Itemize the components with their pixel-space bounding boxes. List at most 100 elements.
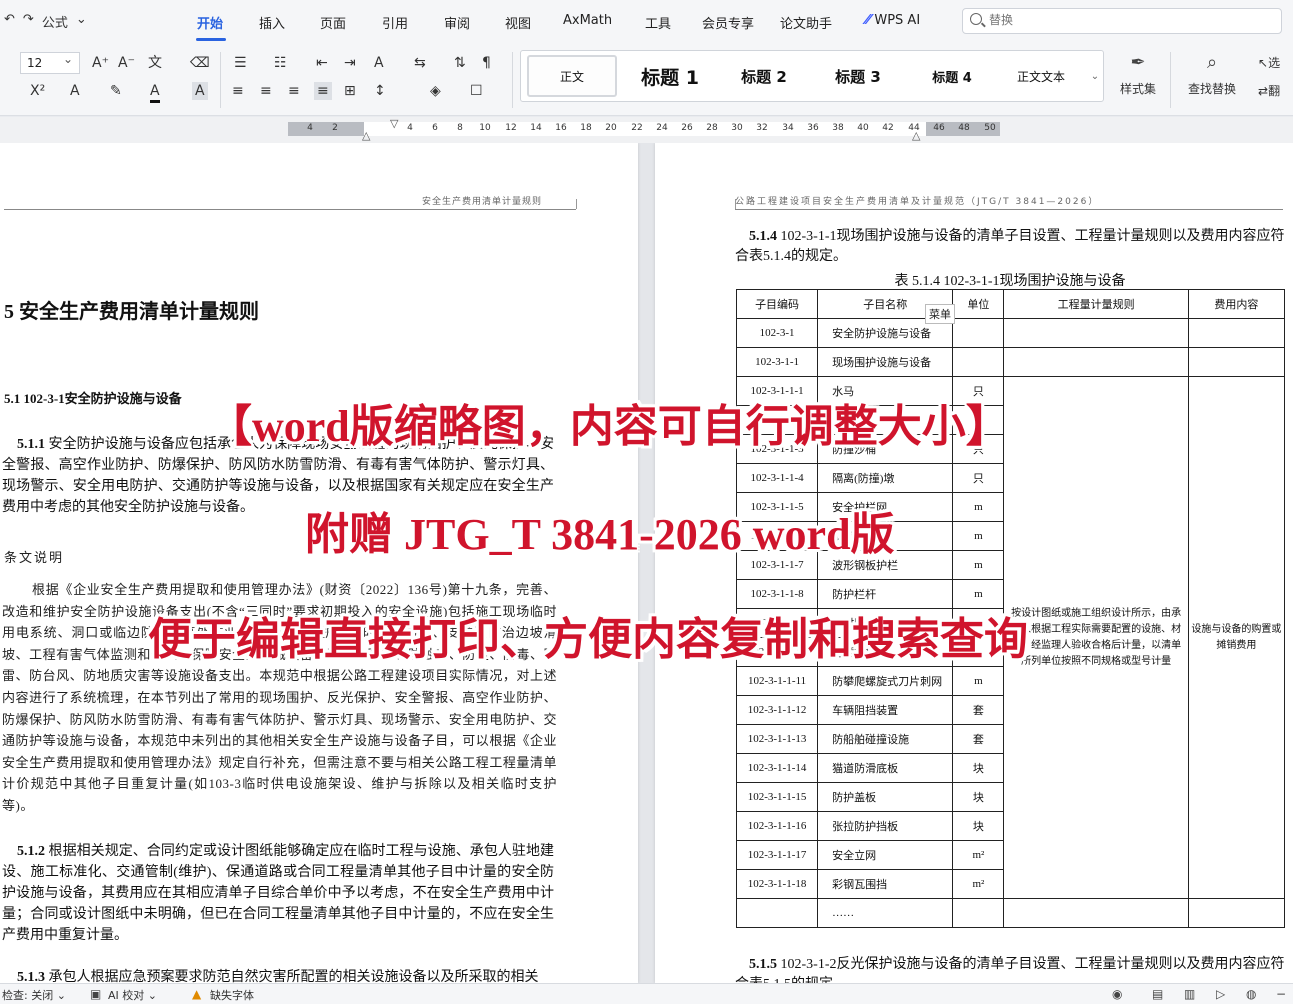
cell-cost — [1187, 898, 1286, 928]
shading-icon[interactable]: ◈ — [430, 82, 441, 100]
align-center-icon[interactable]: ≡ — [260, 82, 272, 100]
context-popup[interactable]: 菜单 — [925, 304, 955, 324]
clause-text: 102-3-1-2反光保护设施与设备的清单子目设置、工程量计量规则以及费用内容应… — [735, 957, 1285, 983]
translate-button[interactable]: ⇄翻 — [1258, 82, 1280, 100]
ruler-tick-label: 28 — [706, 123, 718, 133]
clause-text: 承包人根据应急预案要求防范自然灾害所配置的相关设施设备以及所采取的相关 — [48, 970, 539, 983]
table-row: …… — [735, 898, 1286, 928]
select-button[interactable]: ↖选 — [1258, 54, 1280, 72]
cell-unit: m — [952, 521, 1005, 551]
border-icon[interactable]: ☐ — [470, 82, 483, 100]
overlay-text-2: 附赠 JTG_T 3841-2026 word版 — [305, 510, 895, 559]
font-color-icon[interactable]: A — [150, 82, 160, 103]
globe-icon[interactable]: ◍ — [1246, 987, 1256, 1001]
tab-references[interactable]: 引用 — [382, 13, 408, 32]
first-line-indent-icon[interactable]: ▽ — [390, 115, 398, 133]
tab-axmath[interactable]: AxMath — [563, 13, 612, 28]
ruler-tick-label: 30 — [731, 123, 743, 133]
tab-review[interactable]: 审阅 — [444, 13, 470, 32]
ruler-tick-label: 6 — [432, 123, 438, 133]
increase-indent-icon[interactable]: ⇥ — [344, 54, 356, 72]
search-input[interactable] — [989, 13, 1269, 27]
style-set-button[interactable]: ✒ 样式集 — [1106, 52, 1170, 97]
ruler-tick-label: 10 — [479, 123, 491, 133]
style-heading-1[interactable]: 标题 1 — [625, 51, 715, 101]
tab-home[interactable]: 开始 — [197, 13, 223, 32]
wps-ai-button[interactable]: ⁄⁄ WPS AI — [866, 13, 920, 28]
bullet-list-icon[interactable]: ☰ — [234, 54, 247, 72]
align-right-icon[interactable]: ≡ — [288, 82, 300, 100]
numbered-list-icon[interactable]: ☷ — [274, 54, 287, 72]
superscript-icon[interactable]: X² — [30, 82, 45, 100]
missing-font-button[interactable]: 缺失字体 — [210, 987, 254, 1003]
clause-number: 5.1.3 — [17, 970, 45, 983]
cell-name: 防护盖板 — [817, 782, 954, 812]
tab-insert[interactable]: 插入 — [259, 13, 285, 32]
active-tab-indicator — [196, 38, 226, 41]
tab-paper-assistant[interactable]: 论文助手 — [780, 13, 832, 32]
ruler-tick-label: 14 — [530, 123, 542, 133]
align-left-icon[interactable]: ≡ — [232, 82, 244, 100]
show-marks-icon[interactable]: ¶ — [482, 54, 491, 72]
tab-page[interactable]: 页面 — [320, 13, 346, 32]
char-shading-icon[interactable]: A — [192, 82, 208, 100]
col-header: 费用内容 — [1187, 289, 1286, 319]
ruler-tick-label: 2 — [332, 123, 338, 133]
play-icon[interactable]: ▷ — [1216, 987, 1225, 1001]
text-effect-icon[interactable]: A — [70, 82, 80, 100]
sort-icon[interactable]: ⇅ — [454, 54, 466, 72]
gallery-scroll-icon[interactable]: ⌄ — [1087, 51, 1103, 101]
col-header: 子目编码 — [735, 289, 819, 319]
cell-rule — [1003, 347, 1189, 377]
style-heading-2[interactable]: 标题 2 — [719, 51, 809, 101]
quick-access-toolbar: ↶ ↷ 公式 ⌄ — [4, 12, 87, 31]
style-heading-4[interactable]: 标题 4 — [907, 51, 997, 101]
redo-icon[interactable]: ↷ — [23, 12, 34, 31]
document-area[interactable]: 安全生产费用清单计量规则 5 安全生产费用清单计量规则 5.1 102-3-1安… — [0, 143, 1293, 983]
col-header: 工程量计量规则 — [1003, 289, 1189, 319]
formula-button[interactable]: 公式 — [42, 12, 68, 31]
tab-tools[interactable]: 工具 — [645, 13, 671, 32]
grow-font-icon[interactable]: A⁺ — [92, 54, 109, 72]
phonetic-icon[interactable]: 文 — [148, 54, 162, 72]
page-right[interactable]: 公路工程建设项目安全生产费用清单及计量规范（JTG/T 3841—2026） 5… — [655, 143, 1293, 983]
web-view-icon[interactable]: ▥ — [1184, 987, 1195, 1001]
shrink-font-icon[interactable]: A⁻ — [118, 54, 135, 72]
ruler-tick-label: 4 — [307, 123, 313, 133]
font-size-select[interactable]: 12 — [20, 52, 80, 74]
overlay-text-1: 【word版缩略图，内容可自行调整大小】 — [208, 402, 1010, 451]
ai-check-button[interactable]: AI 校对 ⌄ — [108, 987, 157, 1003]
zoom-out-icon[interactable]: − — [1276, 987, 1286, 1001]
spell-check-status[interactable]: 检查: 关闭 ⌄ — [2, 987, 66, 1003]
chevron-down-icon[interactable]: ⌄ — [76, 12, 87, 31]
eye-icon[interactable]: ◉ — [1112, 987, 1122, 1001]
paragraph-5-1-4: 5.1.4 102-3-1-1现场围护设施与设备的清单子目设置、工程量计量规则以… — [735, 227, 1285, 267]
search-box[interactable] — [962, 8, 1282, 34]
margin-corner — [735, 199, 736, 209]
ruler-tick-label: 26 — [681, 123, 693, 133]
undo-icon[interactable]: ↶ — [4, 12, 15, 31]
cell-rule — [1003, 318, 1189, 348]
eraser-icon[interactable]: ⌫ — [190, 54, 210, 72]
page-view-icon[interactable]: ▤ — [1152, 987, 1163, 1001]
page-left[interactable]: 安全生产费用清单计量规则 5 安全生产费用清单计量规则 5.1 102-3-1安… — [0, 143, 638, 983]
style-body-text[interactable]: 正文文本 — [997, 51, 1085, 101]
justify-icon[interactable]: ≡ — [314, 82, 332, 100]
style-heading-3[interactable]: 标题 3 — [813, 51, 903, 101]
ruler-tick-label: 50 — [984, 123, 996, 133]
text-direction-icon[interactable]: ⇆ — [414, 54, 426, 72]
paragraph-5-1-2: 5.1.2 根据相关规定、合同约定或设计图纸能够确定应在临时工程与设施、承包人驻… — [2, 841, 554, 946]
line-spacing-icon[interactable]: ↕ — [374, 82, 386, 100]
tab-view[interactable]: 视图 — [505, 13, 531, 32]
horizontal-ruler[interactable]: 4 2 4 6 8 10 12 14 16 18 20 22 24 26 28 30 32 34 36 38 40 42 4… — [0, 117, 1293, 143]
ruler-tick-label: 22 — [631, 123, 643, 133]
tab-member[interactable]: 会员专享 — [702, 13, 754, 32]
find-replace-button[interactable]: ⌕ 查找替换 — [1180, 52, 1244, 97]
style-normal[interactable]: 正文 — [527, 55, 617, 97]
chinese-layout-icon[interactable]: A — [374, 54, 384, 72]
highlight-icon[interactable]: ✎ — [110, 82, 122, 100]
distributed-align-icon[interactable]: ⊞ — [344, 82, 356, 100]
ribbon-divider — [1170, 52, 1171, 108]
cell-cost — [1187, 347, 1286, 377]
decrease-indent-icon[interactable]: ⇤ — [316, 54, 328, 72]
